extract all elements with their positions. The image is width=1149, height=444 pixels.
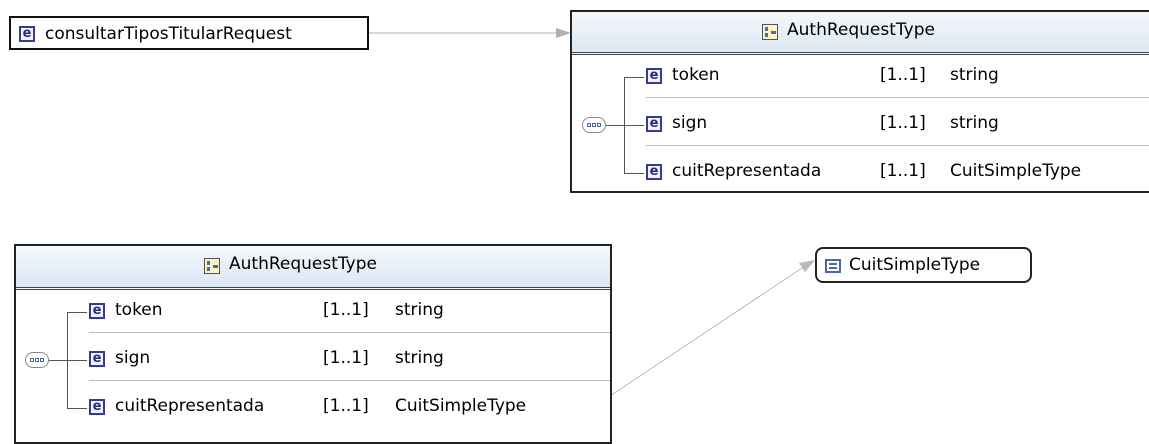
row-name: sign [672,113,708,133]
type-row[interactable]: e token [1..1] string [16,293,610,331]
cuit-to-simpletype-connector [597,265,806,405]
row-name: cuitRepresentada [115,396,265,416]
element-icon: e [646,164,662,180]
element-icon: e [19,26,35,42]
element-icon: e [89,351,105,367]
simple-type-name: CuitSimpleType [849,255,981,275]
root-to-type-arrowhead [556,28,571,38]
element-icon: e [89,303,105,319]
row-cardinality: [1..1] [880,65,926,85]
row-divider [646,97,1149,98]
row-type: string [950,65,999,85]
type-row[interactable]: e sign [1..1] string [16,341,610,379]
row-divider [89,380,610,381]
simple-type-icon [825,259,841,273]
row-name: token [115,300,163,320]
row-type: string [950,113,999,133]
row-cardinality: [1..1] [323,300,369,320]
row-cardinality: [1..1] [880,161,926,181]
complex-type-title: AuthRequestType [229,254,377,274]
row-name: sign [115,348,151,368]
row-divider [646,145,1149,146]
row-cardinality: [1..1] [323,348,369,368]
element-icon: e [646,116,662,132]
complex-type-title: AuthRequestType [787,20,935,40]
simple-type-box[interactable]: CuitSimpleType [815,247,1032,283]
element-icon: e [89,399,105,415]
row-name: cuitRepresentada [672,161,822,181]
row-type: string [395,300,444,320]
row-type: CuitSimpleType [395,396,527,416]
element-icon: e [646,68,662,84]
complex-type-box-1[interactable]: AuthRequestType e token [1..1] string e … [570,10,1149,193]
root-element-box[interactable]: e consultarTiposTitularRequest [9,16,369,50]
complex-type-box-2[interactable]: AuthRequestType e token [1..1] string e … [14,244,612,444]
row-type: CuitSimpleType [950,161,1082,181]
complex-type-header: AuthRequestType [16,246,610,290]
type-row[interactable]: e cuitRepresentada [1..1] CuitSimpleType [572,154,1149,191]
type-row[interactable]: e cuitRepresentada [1..1] CuitSimpleType [16,389,610,427]
row-cardinality: [1..1] [323,396,369,416]
type-row[interactable]: e token [1..1] string [572,58,1149,96]
type-row[interactable]: e sign [1..1] string [572,106,1149,144]
complex-type-icon [762,24,778,40]
row-divider [89,332,610,333]
cuit-to-simpletype-arrowhead [799,260,815,272]
row-type: string [395,348,444,368]
complex-type-icon [204,258,220,274]
root-element-name: consultarTiposTitularRequest [45,24,292,44]
complex-type-header: AuthRequestType [572,12,1149,55]
row-cardinality: [1..1] [880,113,926,133]
row-name: token [672,65,720,85]
